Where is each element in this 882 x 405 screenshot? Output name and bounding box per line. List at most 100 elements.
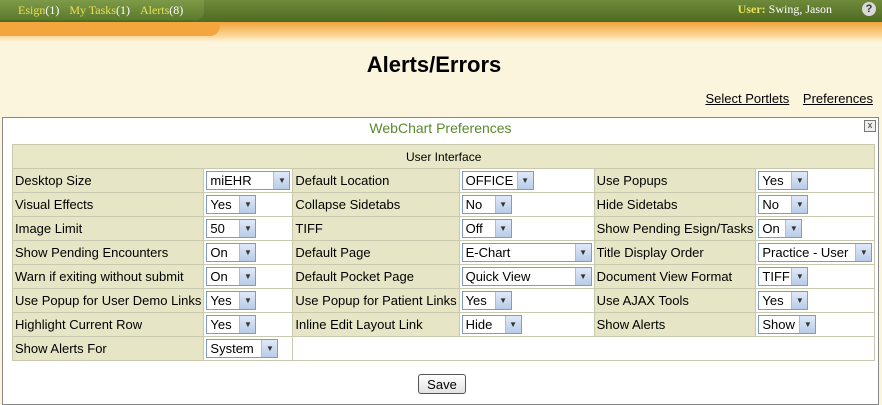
- pref-select-value: Practice - User: [762, 245, 849, 260]
- pref-label: Highlight Current Row: [11, 312, 205, 337]
- pref-value-cell: TIFF ▼: [755, 264, 876, 289]
- pref-value-cell: Yes ▼: [458, 288, 595, 313]
- pref-select[interactable]: Yes ▼: [758, 291, 809, 310]
- pref-select-value: Hide: [465, 317, 493, 332]
- chevron-down-icon[interactable]: ▼: [791, 172, 808, 189]
- pref-select-value: No: [762, 197, 780, 212]
- pref-value-cell: 50 ▼: [203, 216, 294, 241]
- pref-select[interactable]: Yes ▼: [206, 315, 257, 334]
- pref-value-cell: miEHR ▼: [203, 168, 294, 193]
- pref-label: Use Popup for Patient Links: [292, 288, 460, 313]
- pref-select[interactable]: No ▼: [461, 195, 512, 214]
- chevron-down-icon[interactable]: ▼: [273, 172, 290, 189]
- pref-label: Default Pocket Page: [292, 264, 460, 289]
- pref-select-value: Show: [762, 317, 795, 332]
- table-row: Image Limit 50 ▼ TIFF Off ▼ Show Pending Esign…: [11, 216, 876, 241]
- pref-value-cell: On ▼: [203, 240, 294, 265]
- pref-value-cell: Yes ▼: [203, 312, 294, 337]
- pref-select[interactable]: Off ▼: [461, 219, 512, 238]
- pref-value-cell: On ▼: [755, 216, 876, 241]
- pref-select-value: On: [762, 221, 780, 236]
- chevron-down-icon[interactable]: ▼: [791, 268, 808, 285]
- pref-label: Hide Sidetabs: [593, 192, 757, 217]
- select-portlets-link[interactable]: Select Portlets: [705, 91, 789, 106]
- pref-rows: Desktop Size miEHR ▼ Default Location OFFICE…: [11, 168, 876, 361]
- chevron-down-icon[interactable]: ▼: [239, 268, 256, 285]
- pref-value-cell: Yes ▼: [203, 288, 294, 313]
- pref-select-value: TIFF: [762, 269, 790, 284]
- pref-select[interactable]: Show ▼: [758, 315, 817, 334]
- chevron-down-icon[interactable]: ▼: [855, 244, 872, 261]
- chevron-down-icon[interactable]: ▼: [494, 196, 511, 213]
- pref-select-value: Yes: [465, 293, 487, 308]
- table-row: Visual Effects Yes ▼ Collapse Sidetabs No ▼ Hi…: [11, 192, 876, 217]
- chevron-down-icon[interactable]: ▼: [791, 292, 808, 309]
- chevron-down-icon[interactable]: ▼: [239, 244, 256, 261]
- close-icon[interactable]: x: [864, 120, 876, 132]
- pref-select[interactable]: 50 ▼: [206, 219, 257, 238]
- chevron-down-icon[interactable]: ▼: [494, 220, 511, 237]
- pref-label: Collapse Sidetabs: [292, 192, 460, 217]
- chevron-down-icon[interactable]: ▼: [791, 196, 808, 213]
- preferences-table: User Interface Desktop Size miEHR ▼ Default…: [11, 144, 876, 361]
- pref-value-cell: E-Chart ▼: [458, 240, 595, 265]
- pref-select[interactable]: OFFICE ▼: [461, 171, 534, 190]
- pref-select[interactable]: System ▼: [206, 339, 279, 358]
- pref-value-cell: Show ▼: [755, 312, 876, 337]
- chevron-down-icon[interactable]: ▼: [516, 172, 533, 189]
- pref-value-cell: On ▼: [203, 264, 294, 289]
- pref-label: Default Page: [292, 240, 460, 265]
- pref-select[interactable]: Yes ▼: [206, 195, 257, 214]
- pref-label: Use AJAX Tools: [593, 288, 757, 313]
- chevron-down-icon[interactable]: ▼: [239, 292, 256, 309]
- chevron-down-icon[interactable]: ▼: [261, 340, 278, 357]
- pref-select[interactable]: Hide ▼: [461, 315, 522, 334]
- pref-select-value: Off: [465, 221, 483, 236]
- pref-select[interactable]: Quick View ▼: [461, 267, 592, 286]
- pref-select[interactable]: On ▼: [206, 243, 257, 262]
- pref-value-cell: Yes ▼: [755, 168, 876, 193]
- chevron-down-icon[interactable]: ▼: [494, 292, 511, 309]
- page-links: Select Portlets Preferences: [695, 91, 873, 106]
- pref-select[interactable]: Yes ▼: [206, 291, 257, 310]
- help-icon[interactable]: ?: [862, 2, 876, 16]
- pref-select[interactable]: On ▼: [206, 267, 257, 286]
- save-button[interactable]: Save: [418, 374, 466, 394]
- tab-alerts[interactable]: Alerts(8): [140, 3, 183, 18]
- pref-value-cell: System ▼: [203, 336, 294, 361]
- pref-value-cell: Quick View ▼: [458, 264, 595, 289]
- pref-select-value: miEHR: [210, 173, 252, 188]
- pref-select[interactable]: On ▼: [758, 219, 803, 238]
- pref-select[interactable]: Yes ▼: [461, 291, 512, 310]
- chevron-down-icon[interactable]: ▼: [239, 220, 256, 237]
- tab-my-tasks[interactable]: My Tasks(1): [69, 3, 130, 18]
- pref-select-value: Yes: [210, 293, 232, 308]
- top-nav-bar: Esign(1) My Tasks(1) Alerts(8) User: Swi…: [0, 0, 882, 22]
- chevron-down-icon[interactable]: ▼: [574, 268, 591, 285]
- chevron-down-icon[interactable]: ▼: [785, 220, 802, 237]
- pref-select-value: On: [210, 245, 228, 260]
- preferences-link[interactable]: Preferences: [803, 91, 873, 106]
- pref-select[interactable]: TIFF ▼: [758, 267, 809, 286]
- pref-select[interactable]: E-Chart ▼: [461, 243, 592, 262]
- pref-select-value: On: [210, 269, 228, 284]
- pref-label: Default Location: [292, 168, 460, 193]
- pref-select[interactable]: No ▼: [758, 195, 809, 214]
- chevron-down-icon[interactable]: ▼: [799, 316, 816, 333]
- table-row: Highlight Current Row Yes ▼ Inline Edit Lay…: [11, 312, 876, 337]
- user-info: User: Swing, Jason: [737, 2, 832, 16]
- pref-select-value: OFFICE: [465, 173, 514, 188]
- pref-select[interactable]: miEHR ▼: [206, 171, 291, 190]
- section-header: User Interface: [11, 144, 876, 169]
- chevron-down-icon[interactable]: ▼: [239, 316, 256, 333]
- pref-select[interactable]: Practice - User ▼: [758, 243, 873, 262]
- pref-label: Show Pending Encounters: [11, 240, 205, 265]
- pref-label: TIFF: [292, 216, 460, 241]
- chevron-down-icon[interactable]: ▼: [574, 244, 591, 261]
- chevron-down-icon[interactable]: ▼: [239, 196, 256, 213]
- chevron-down-icon[interactable]: ▼: [504, 316, 521, 333]
- pref-value-cell: Off ▼: [458, 216, 595, 241]
- tab-esign[interactable]: Esign(1): [18, 3, 59, 18]
- pref-select[interactable]: Yes ▼: [758, 171, 809, 190]
- table-row: Desktop Size miEHR ▼ Default Location OFFICE…: [11, 168, 876, 193]
